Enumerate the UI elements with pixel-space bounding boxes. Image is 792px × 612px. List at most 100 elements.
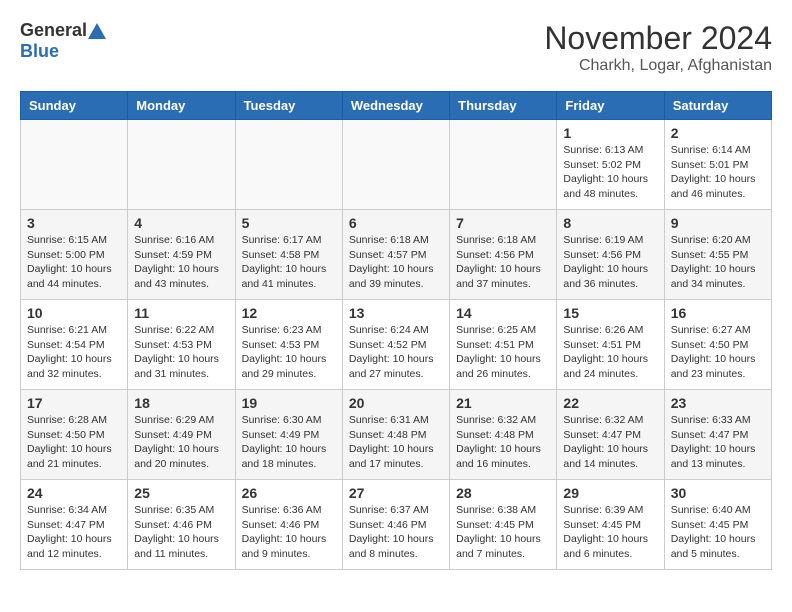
- day-number: 12: [242, 305, 336, 321]
- day-number: 4: [134, 215, 228, 231]
- day-cell-26: 26Sunrise: 6:36 AM Sunset: 4:46 PM Dayli…: [235, 480, 342, 570]
- day-cell-20: 20 Sunrise: 6:31 AM Sunset: 4:48 PM Dayli…: [342, 390, 449, 480]
- week-row-1: 1Sunrise: 6:13 AM Sunset: 5:02 PM Daylig…: [21, 120, 772, 210]
- header-cell-sunday: Sunday: [21, 92, 128, 120]
- day-detail: Sunrise: 6:19 AM Sunset: 4:56 PM Dayligh…: [563, 233, 657, 292]
- day-number: 6: [349, 215, 443, 231]
- day-detail: Sunrise: 6:40 AM Sunset: 4:45 PM Dayligh…: [671, 503, 765, 562]
- day-cell-21: 21 Sunrise: 6:32 AM Sunset: 4:48 PM Dayli…: [450, 390, 557, 480]
- day-detail: Sunrise: 6:30 AM Sunset: 4:49 PM Dayligh…: [242, 413, 336, 472]
- day-detail: Sunrise: 6:35 AM Sunset: 4:46 PM Dayligh…: [134, 503, 228, 562]
- day-detail: Sunrise: 6:31 AM Sunset: 4:48 PM Dayligh…: [349, 413, 443, 472]
- day-detail: Sunrise: 6:25 AM Sunset: 4:51 PM Dayligh…: [456, 323, 550, 382]
- location-title: Charkh, Logar, Afghanistan: [544, 57, 772, 75]
- day-number: 26: [242, 485, 336, 501]
- day-detail: Sunrise: 6:32 AM Sunset: 4:48 PM Dayligh…: [456, 413, 550, 472]
- day-number: 3: [27, 215, 121, 231]
- day-cell-29: 29 Sunrise: 6:39 AM Sunset: 4:45 PM Dayli…: [557, 480, 664, 570]
- day-number: 21: [456, 395, 550, 411]
- header-cell-tuesday: Tuesday: [235, 92, 342, 120]
- day-cell-30: 30Sunrise: 6:40 AM Sunset: 4:45 PM Dayli…: [664, 480, 771, 570]
- day-detail: Sunrise: 6:28 AM Sunset: 4:50 PM Dayligh…: [27, 413, 121, 472]
- day-detail: Sunrise: 6:24 AM Sunset: 4:52 PM Dayligh…: [349, 323, 443, 382]
- day-detail: Sunrise: 6:27 AM Sunset: 4:50 PM Dayligh…: [671, 323, 765, 382]
- day-cell-14: 14 Sunrise: 6:25 AM Sunset: 4:51 PM Dayli…: [450, 300, 557, 390]
- week-row-3: 10 Sunrise: 6:21 AM Sunset: 4:54 PM Dayli…: [21, 300, 772, 390]
- page-header: General Blue November 2024 Charkh, Logar…: [20, 20, 772, 75]
- day-detail: Sunrise: 6:21 AM Sunset: 4:54 PM Dayligh…: [27, 323, 121, 382]
- day-cell-9: 9 Sunrise: 6:20 AM Sunset: 4:55 PM Daylig…: [664, 210, 771, 300]
- empty-cell: [235, 120, 342, 210]
- day-detail: Sunrise: 6:15 AM Sunset: 5:00 PM Dayligh…: [27, 233, 121, 292]
- calendar-body: 1Sunrise: 6:13 AM Sunset: 5:02 PM Daylig…: [21, 120, 772, 570]
- day-cell-11: 11 Sunrise: 6:22 AM Sunset: 4:53 PM Dayli…: [128, 300, 235, 390]
- day-cell-19: 19Sunrise: 6:30 AM Sunset: 4:49 PM Dayli…: [235, 390, 342, 480]
- calendar-table: SundayMondayTuesdayWednesdayThursdayFrid…: [20, 91, 772, 570]
- title-section: November 2024 Charkh, Logar, Afghanistan: [544, 20, 772, 75]
- day-detail: Sunrise: 6:33 AM Sunset: 4:47 PM Dayligh…: [671, 413, 765, 472]
- day-cell-27: 27 Sunrise: 6:37 AM Sunset: 4:46 PM Dayli…: [342, 480, 449, 570]
- day-cell-15: 15Sunrise: 6:26 AM Sunset: 4:51 PM Dayli…: [557, 300, 664, 390]
- day-number: 16: [671, 305, 765, 321]
- day-cell-1: 1Sunrise: 6:13 AM Sunset: 5:02 PM Daylig…: [557, 120, 664, 210]
- day-cell-23: 23Sunrise: 6:33 AM Sunset: 4:47 PM Dayli…: [664, 390, 771, 480]
- day-number: 20: [349, 395, 443, 411]
- day-cell-6: 6Sunrise: 6:18 AM Sunset: 4:57 PM Daylig…: [342, 210, 449, 300]
- day-detail: Sunrise: 6:32 AM Sunset: 4:47 PM Dayligh…: [563, 413, 657, 472]
- day-number: 14: [456, 305, 550, 321]
- month-title: November 2024: [544, 20, 772, 57]
- calendar-header: SundayMondayTuesdayWednesdayThursdayFrid…: [21, 92, 772, 120]
- day-cell-3: 3 Sunrise: 6:15 AM Sunset: 5:00 PM Daylig…: [21, 210, 128, 300]
- day-detail: Sunrise: 6:16 AM Sunset: 4:59 PM Dayligh…: [134, 233, 228, 292]
- day-cell-17: 17 Sunrise: 6:28 AM Sunset: 4:50 PM Dayli…: [21, 390, 128, 480]
- day-detail: Sunrise: 6:29 AM Sunset: 4:49 PM Dayligh…: [134, 413, 228, 472]
- week-row-2: 3 Sunrise: 6:15 AM Sunset: 5:00 PM Daylig…: [21, 210, 772, 300]
- week-row-5: 24Sunrise: 6:34 AM Sunset: 4:47 PM Dayli…: [21, 480, 772, 570]
- day-cell-13: 13 Sunrise: 6:24 AM Sunset: 4:52 PM Dayli…: [342, 300, 449, 390]
- day-number: 18: [134, 395, 228, 411]
- day-cell-25: 25Sunrise: 6:35 AM Sunset: 4:46 PM Dayli…: [128, 480, 235, 570]
- day-number: 5: [242, 215, 336, 231]
- logo-blue-text: Blue: [20, 41, 59, 62]
- day-detail: Sunrise: 6:39 AM Sunset: 4:45 PM Dayligh…: [563, 503, 657, 562]
- day-cell-24: 24Sunrise: 6:34 AM Sunset: 4:47 PM Dayli…: [21, 480, 128, 570]
- logo-triangle-icon: [88, 23, 106, 39]
- day-number: 2: [671, 125, 765, 141]
- day-number: 7: [456, 215, 550, 231]
- header-row: SundayMondayTuesdayWednesdayThursdayFrid…: [21, 92, 772, 120]
- day-cell-5: 5 Sunrise: 6:17 AM Sunset: 4:58 PM Daylig…: [235, 210, 342, 300]
- day-number: 29: [563, 485, 657, 501]
- day-number: 27: [349, 485, 443, 501]
- day-cell-16: 16 Sunrise: 6:27 AM Sunset: 4:50 PM Dayli…: [664, 300, 771, 390]
- header-cell-monday: Monday: [128, 92, 235, 120]
- day-cell-2: 2Sunrise: 6:14 AM Sunset: 5:01 PM Daylig…: [664, 120, 771, 210]
- day-detail: Sunrise: 6:22 AM Sunset: 4:53 PM Dayligh…: [134, 323, 228, 382]
- day-number: 17: [27, 395, 121, 411]
- empty-cell: [450, 120, 557, 210]
- day-number: 11: [134, 305, 228, 321]
- day-number: 28: [456, 485, 550, 501]
- day-number: 22: [563, 395, 657, 411]
- day-number: 9: [671, 215, 765, 231]
- day-number: 8: [563, 215, 657, 231]
- day-detail: Sunrise: 6:17 AM Sunset: 4:58 PM Dayligh…: [242, 233, 336, 292]
- day-cell-22: 22 Sunrise: 6:32 AM Sunset: 4:47 PM Dayli…: [557, 390, 664, 480]
- empty-cell: [21, 120, 128, 210]
- header-cell-friday: Friday: [557, 92, 664, 120]
- day-detail: Sunrise: 6:20 AM Sunset: 4:55 PM Dayligh…: [671, 233, 765, 292]
- day-detail: Sunrise: 6:38 AM Sunset: 4:45 PM Dayligh…: [456, 503, 550, 562]
- empty-cell: [342, 120, 449, 210]
- header-cell-saturday: Saturday: [664, 92, 771, 120]
- day-cell-18: 18 Sunrise: 6:29 AM Sunset: 4:49 PM Dayli…: [128, 390, 235, 480]
- day-detail: Sunrise: 6:37 AM Sunset: 4:46 PM Dayligh…: [349, 503, 443, 562]
- day-number: 13: [349, 305, 443, 321]
- logo: General Blue: [20, 20, 106, 62]
- day-detail: Sunrise: 6:23 AM Sunset: 4:53 PM Dayligh…: [242, 323, 336, 382]
- day-detail: Sunrise: 6:13 AM Sunset: 5:02 PM Dayligh…: [563, 143, 657, 202]
- day-cell-12: 12 Sunrise: 6:23 AM Sunset: 4:53 PM Dayli…: [235, 300, 342, 390]
- empty-cell: [128, 120, 235, 210]
- day-cell-7: 7Sunrise: 6:18 AM Sunset: 4:56 PM Daylig…: [450, 210, 557, 300]
- logo-general-text: General: [20, 20, 87, 41]
- day-number: 10: [27, 305, 121, 321]
- header-cell-thursday: Thursday: [450, 92, 557, 120]
